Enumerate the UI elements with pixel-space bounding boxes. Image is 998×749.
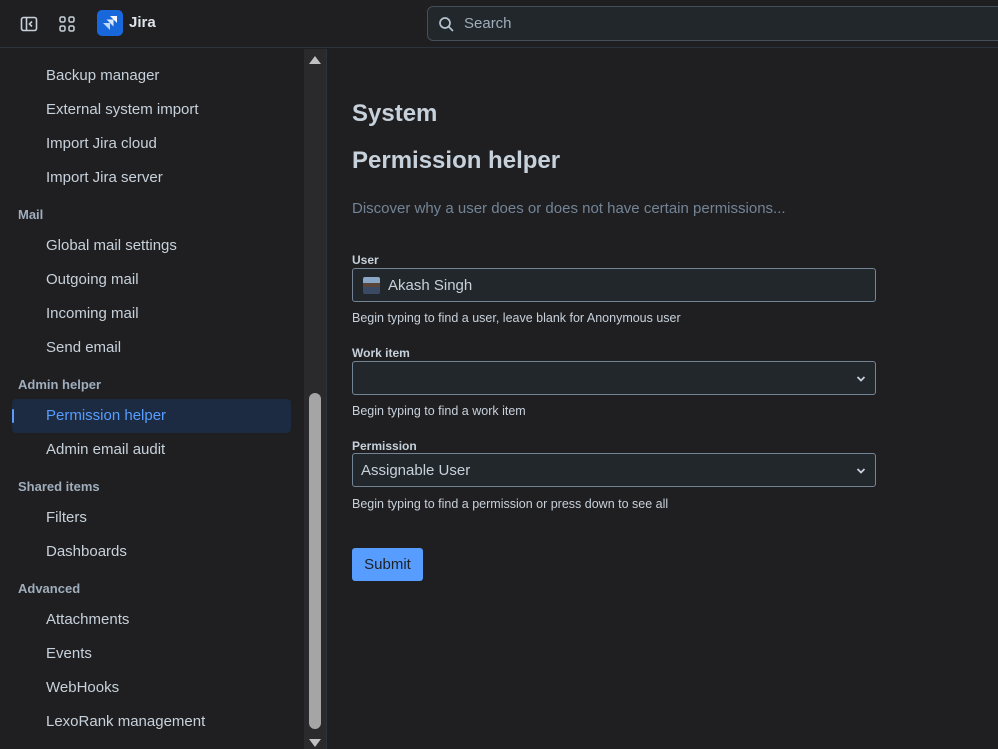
admin-sidebar: · Backup manager External system import … [0,49,304,749]
submit-button[interactable]: Submit [352,548,423,581]
sidebar-heading-shared-items: Shared items [18,479,100,494]
permission-value: Assignable User [361,462,471,479]
section-title: System [352,100,438,127]
scrollbar-thumb[interactable] [309,393,321,729]
user-label: User [352,253,379,267]
top-navigation-bar: Jira [0,0,998,48]
sidebar-heading-admin-helper: Admin helper [18,377,102,392]
chevron-down-icon [856,468,866,474]
app-name[interactable]: Jira [129,14,156,31]
sidebar-item-lexorank-management[interactable]: LexoRank management [12,705,291,739]
sidebar-item-permission-helper[interactable]: Permission helper [12,399,291,433]
sidebar-item-events[interactable]: Events [12,637,291,671]
avatar [363,277,380,294]
permission-help-text: Begin typing to find a permission or pre… [352,497,669,511]
sidebar-item-global-mail-settings[interactable]: Global mail settings [12,229,291,263]
scroll-up-arrow-icon[interactable] [309,56,321,64]
sidebar-heading-advanced: Advanced [18,581,81,596]
sidebar-item-send-email[interactable]: Send email [12,331,291,365]
permission-label: Permission [352,439,417,453]
user-picker-field[interactable]: Akash Singh [352,268,876,302]
sidebar-item-dashboards[interactable]: Dashboards [12,535,291,569]
sidebar-heading-clipped: · [18,49,22,52]
page-description: Discover why a user does or does not hav… [352,200,786,217]
jira-logo-icon[interactable] [97,10,123,36]
permission-select[interactable]: Assignable User [352,453,876,487]
sidebar-item-incoming-mail[interactable]: Incoming mail [12,297,291,331]
sidebar-item-import-jira-cloud[interactable]: Import Jira cloud [12,127,291,161]
user-value: Akash Singh [388,277,473,294]
sidebar-item-external-system-import[interactable]: External system import [12,93,291,127]
sidebar-item-import-jira-server[interactable]: Import Jira server [12,161,291,195]
app-switcher-button[interactable] [52,9,82,39]
sidebar-item-filters[interactable]: Filters [12,501,291,535]
search-icon [439,17,454,32]
search-box[interactable] [427,6,998,41]
sidebar-item-attachments[interactable]: Attachments [12,603,291,637]
work-item-label: Work item [352,346,410,360]
sidebar-scrollbar[interactable] [304,49,326,749]
sidebar-item-backup-manager[interactable]: Backup manager [12,59,291,93]
work-item-select[interactable] [352,361,876,395]
main-content: System Permission helper Discover why a … [327,49,998,749]
chevron-down-icon [856,376,866,382]
sidebar-collapse-icon [20,16,38,32]
search-input[interactable] [464,7,998,40]
sidebar-item-outgoing-mail[interactable]: Outgoing mail [12,263,291,297]
sidebar-toggle-button[interactable] [14,9,44,39]
grid-icon [59,16,75,32]
user-help-text: Begin typing to find a user, leave blank… [352,311,681,325]
sidebar-heading-mail: Mail [18,207,44,222]
scroll-down-arrow-icon[interactable] [309,739,321,747]
page-title: Permission helper [352,147,561,174]
sidebar-item-webhooks[interactable]: WebHooks [12,671,291,705]
work-item-help-text: Begin typing to find a work item [352,404,526,418]
sidebar-item-admin-email-audit[interactable]: Admin email audit [12,433,291,467]
